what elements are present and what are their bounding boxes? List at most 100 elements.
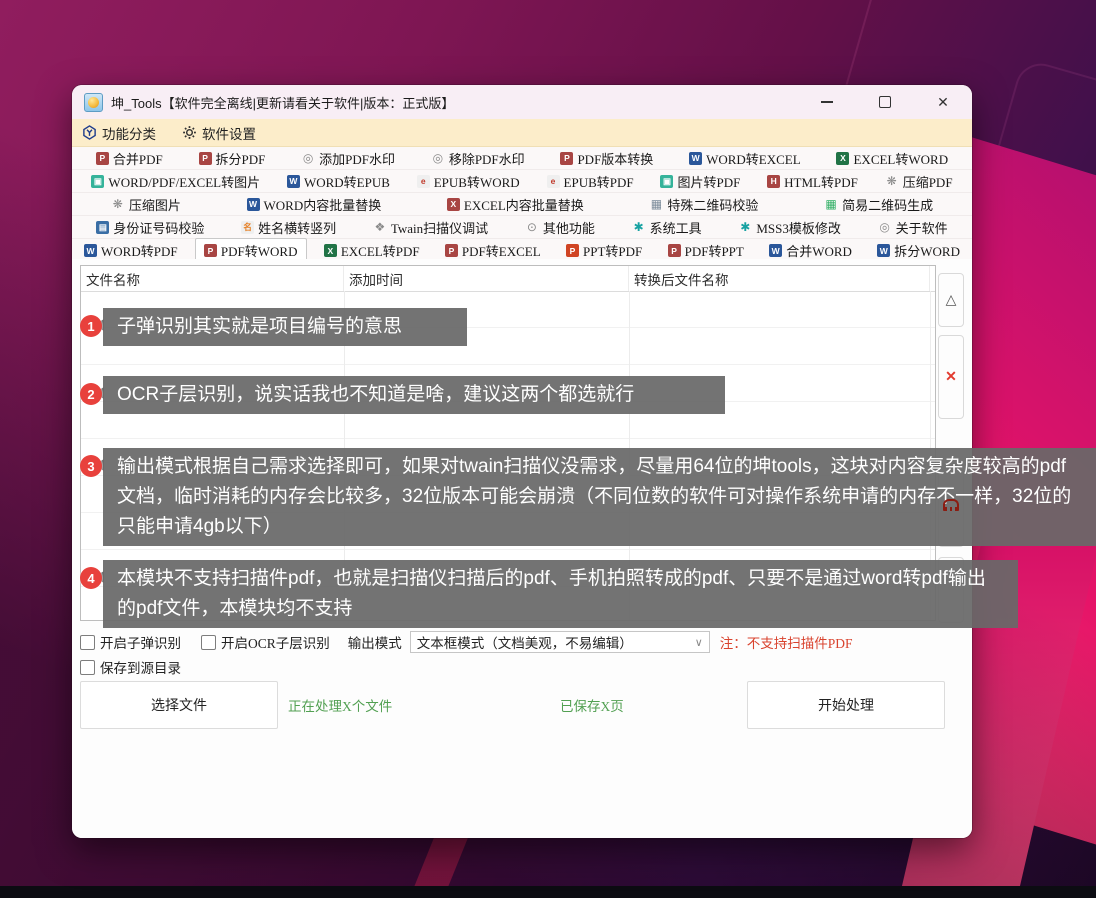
window-controls: ✕ [798,85,972,119]
output-mode-value: 文本框模式（文档美观，不易编辑） [417,632,633,652]
start-processing-button[interactable]: 开始处理 [747,681,945,729]
excel-batch-replace-button[interactable]: X EXCEL内容批量替换 [447,195,584,214]
select-files-button[interactable]: 选择文件 [80,681,278,729]
callout-text-box: 子弹识别其实就是项目编号的意思 [103,308,467,346]
checkbox-label: 开启子弹识别 [100,632,181,652]
output-mode-select[interactable]: 文本框模式（文档美观，不易编辑） ∨ [410,631,710,653]
add-pdf-watermark-button[interactable]: ◎添加PDF水印 [301,149,395,168]
excel-to-word-button[interactable]: X EXCEL转WORD [836,149,948,168]
save-to-source-checkbox[interactable]: 保存到源目录 [80,657,181,677]
options-row: 开启子弹识别 开启OCR子层识别 输出模式 文本框模式（文档美观，不易编辑） ∨… [80,630,853,654]
scan-pdf-note: 注：不支持扫描件PDF [720,632,853,652]
callout-text-box: 本模块不支持扫描件pdf，也就是扫描仪扫描后的pdf、手机拍照转成的pdf、只要… [103,560,1018,628]
remove-pdf-watermark-button[interactable]: ◎移除PDF水印 [431,149,525,168]
excel-to-word-icon: X [836,152,849,165]
word-to-pdf-icon: W [84,244,97,257]
ocr-sublayer-checkbox[interactable]: 开启OCR子层识别 [201,632,330,652]
toolbar-item-label: 系统工具 [650,218,702,237]
compress-image-icon: ❋ [111,197,125,211]
split-word-icon: W [877,244,890,257]
word-to-excel-icon: W [689,152,702,165]
toolbar-item-label: 压缩图片 [129,195,181,214]
toolbar-item-label: 特殊二维码校验 [667,195,758,214]
add-pdf-watermark-icon: ◎ [301,151,315,165]
pdf-to-excel-icon: P [445,244,458,257]
toolbar-item-label: EXCEL内容批量替换 [464,195,584,214]
toolbar-item-label: WORD/PDF/EXCEL转图片 [108,172,260,191]
minimize-icon [821,101,833,103]
special-qrcode-verify-button[interactable]: ▦特殊二维码校验 [649,195,758,214]
word-to-epub-button[interactable]: WWORD转EPUB [287,172,390,191]
toolbar-item-label: WORD转EXCEL [706,149,801,168]
tab-label: 拆分WORD [894,241,960,260]
epub-to-pdf-button[interactable]: eEPUB转PDF [547,172,634,191]
column-header[interactable]: 文 [930,266,936,291]
chevron-down-icon: ∨ [695,636,703,649]
clear-list-icon [943,499,959,511]
word-batch-replace-button[interactable]: WWORD内容批量替换 [247,195,382,214]
split-pdf-button[interactable]: P拆分PDF [199,149,266,168]
menu-software-settings[interactable]: 软件设置 [182,123,256,143]
other-functions-button[interactable]: ⊙ 其他功能 [525,218,595,237]
toolbar-item-label: 简易二维码生成 [842,195,933,214]
compress-image-button[interactable]: ❋ 压缩图片 [111,195,181,214]
image-to-pdf-button[interactable]: ▣图片转PDF [660,172,740,191]
toolbar-item-label: 拆分PDF [216,149,266,168]
toolbar-item-label: 其他功能 [543,218,595,237]
other-functions-icon: ⊙ [525,220,539,234]
move-up-icon: △ [946,292,957,309]
checkbox-box [80,635,95,650]
desktop: 坤_Tools【软件完全离线|更新请看关于软件|版本：正式版】 ✕ 功能分类 软… [0,0,1096,898]
column-header[interactable]: 文件名称 [81,266,344,291]
office-to-image-button[interactable]: ▣WORD/PDF/EXCEL转图片 [91,172,260,191]
column-header[interactable]: 转换后文件名称 [629,266,930,291]
delete-selected-button[interactable]: ✕ [938,335,964,419]
merge-pdf-button[interactable]: P合并PDF [96,149,163,168]
app-icon [84,93,103,112]
excel-to-pdf-icon: X [324,244,337,257]
column-header[interactable]: 添加时间 [344,266,629,291]
checkbox-box [80,660,95,675]
word-to-excel-button[interactable]: W WORD转EXCEL [689,149,801,168]
taskbar-strip [0,886,1096,898]
move-up-button[interactable]: △ [938,273,964,327]
toolbar-item-label: 姓名横转竖列 [258,218,336,237]
maximize-button[interactable] [856,85,914,119]
simple-qrcode-generate-button[interactable]: ▦ 简易二维码生成 [824,195,933,214]
excel-batch-replace-icon: X [447,198,460,211]
callout-badge: 2 [80,383,102,405]
name-horizontal-to-vertical-icon: 名 [241,221,254,234]
toolbar-item-label: WORD转EPUB [304,172,390,191]
id-number-verify-icon: ▤ [96,221,109,234]
system-tools-button[interactable]: ✱系统工具 [632,218,702,237]
toolbar-row: ▣WORD/PDF/EXCEL转图片WWORD转EPUBeEPUB转WORDeE… [72,169,972,192]
checkbox-box [201,635,216,650]
twain-scanner-debug-button[interactable]: ❖Twain扫描仪调试 [373,218,488,237]
toolbar-item-label: WORD内容批量替换 [264,195,382,214]
about-software-button[interactable]: ◎关于软件 [878,218,948,237]
html-to-pdf-button[interactable]: HHTML转PDF [767,172,858,191]
mss3-template-edit-button[interactable]: ✱MSS3模板修改 [738,218,841,237]
toolbar-item-label: EXCEL转WORD [853,149,948,168]
simple-qrcode-generate-icon: ▦ [824,197,838,211]
epub-to-pdf-icon: e [547,175,560,188]
compress-pdf-button[interactable]: ❋压缩PDF [885,172,953,191]
epub-to-word-button[interactable]: eEPUB转WORD [417,172,520,191]
pdf-version-convert-button[interactable]: PPDF版本转换 [560,149,653,168]
id-number-verify-button[interactable]: ▤身份证号码校验 [96,218,204,237]
table-header: 文件名称添加时间转换后文件名称文 [81,266,935,292]
bullet-recognition-checkbox[interactable]: 开启子弹识别 [80,632,181,652]
callout-badge: 3 [80,455,102,477]
minimize-button[interactable] [798,85,856,119]
twain-scanner-debug-icon: ❖ [373,220,387,234]
tab-label: 合并WORD [786,241,852,260]
merge-pdf-icon: P [96,152,109,165]
save-option-row: 保存到源目录 [80,656,181,678]
close-button[interactable]: ✕ [914,85,972,119]
toolbar-item-label: EPUB转WORD [434,172,520,191]
title-bar[interactable]: 坤_Tools【软件完全离线|更新请看关于软件|版本：正式版】 ✕ [72,85,972,119]
image-to-pdf-icon: ▣ [660,175,673,188]
menu-function-categories[interactable]: 功能分类 [82,123,156,143]
output-mode-label: 输出模式 [348,632,402,652]
name-horizontal-to-vertical-button[interactable]: 名姓名横转竖列 [241,218,336,237]
